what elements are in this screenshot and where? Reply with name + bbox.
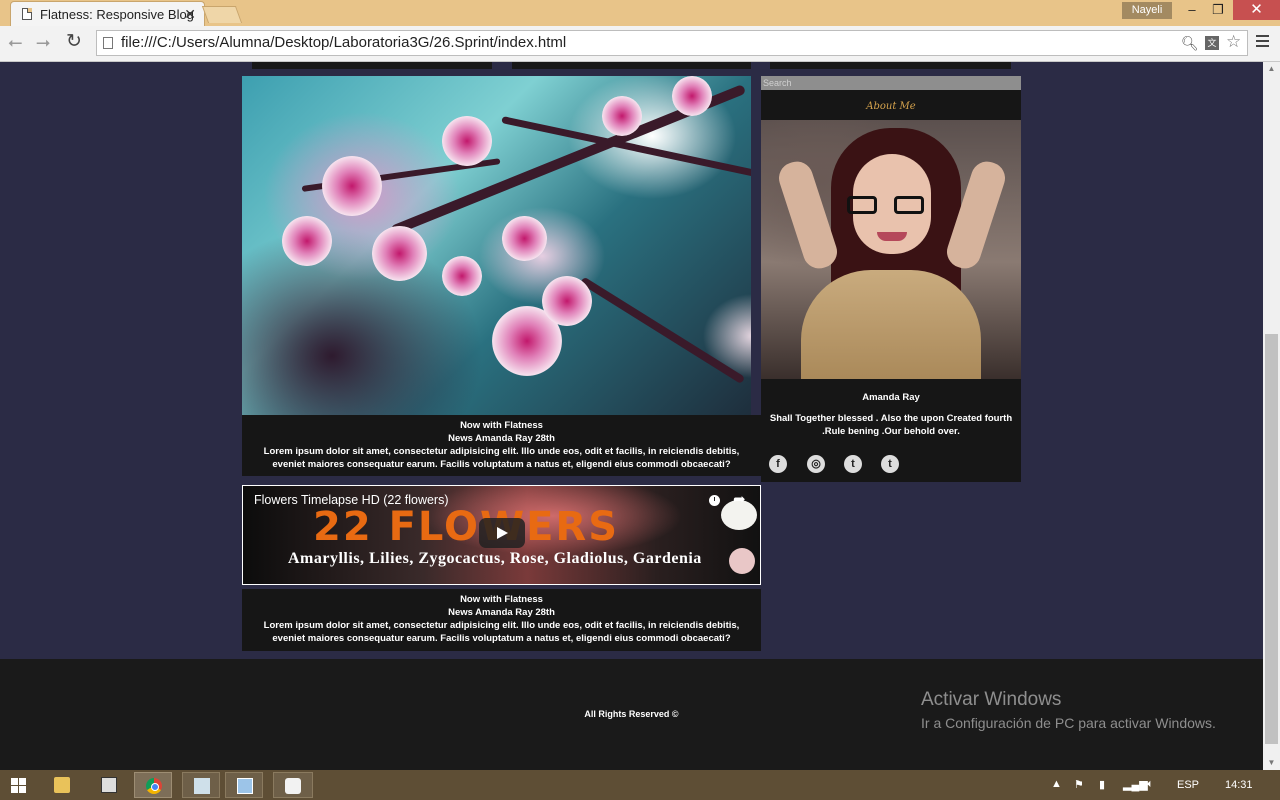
share-icon[interactable]: ➦ bbox=[733, 490, 746, 508]
paint-taskbar-icon[interactable] bbox=[273, 772, 313, 798]
profile-bio: Shall Together blessed . Also the upon C… bbox=[769, 413, 1013, 437]
search-input[interactable] bbox=[761, 76, 1021, 90]
browser-toolbar: ⭠ ⭢ ↻ file:///C:/Users/Alumna/Desktop/La… bbox=[0, 26, 1280, 62]
profile-name: Amanda Ray bbox=[862, 392, 920, 403]
scroll-down-arrow-icon[interactable]: ▼ bbox=[1263, 756, 1280, 770]
windows-start-icon[interactable] bbox=[11, 778, 26, 793]
page-viewport: Now with Flatness News Amanda Ray 28th L… bbox=[0, 62, 1263, 770]
instagram-icon[interactable]: ◎ bbox=[807, 455, 825, 473]
post-caption: Now with Flatness News Amanda Ray 28th L… bbox=[242, 589, 761, 651]
address-bar[interactable]: file:///C:/Users/Alumna/Desktop/Laborato… bbox=[96, 30, 1248, 56]
post-title[interactable]: Now with Flatness bbox=[242, 593, 761, 606]
language-indicator[interactable]: ESP bbox=[1177, 779, 1199, 791]
chrome-taskbar-icon[interactable] bbox=[134, 772, 172, 798]
forward-arrow-icon[interactable]: ⭢ bbox=[36, 32, 50, 52]
vertical-scrollbar[interactable]: ▲ ▼ bbox=[1263, 62, 1280, 770]
video-overlay-subtitle: Amaryllis, Lilies, Zygocactus, Rose, Gla… bbox=[288, 550, 702, 567]
page-icon bbox=[22, 8, 32, 20]
app-taskbar-icon[interactable] bbox=[90, 772, 128, 798]
page-icon bbox=[103, 37, 113, 49]
notepad-taskbar-icon[interactable] bbox=[182, 772, 220, 798]
activation-watermark-title: Activar Windows bbox=[921, 689, 1062, 710]
network-signal-icon[interactable]: ▂▄▆ bbox=[1123, 778, 1148, 791]
post-caption: Now with Flatness News Amanda Ray 28th L… bbox=[242, 415, 761, 476]
action-center-flag-icon[interactable]: ⚑ bbox=[1074, 778, 1084, 791]
twitter-icon[interactable]: t bbox=[844, 455, 862, 473]
browser-title-bar: Flatness: Responsive Blog ✕ Nayeli ‒ ❐ ✕ bbox=[0, 0, 1280, 26]
previous-post-strip bbox=[770, 62, 1011, 69]
file-explorer-taskbar-icon[interactable] bbox=[43, 772, 81, 798]
about-heading: About Me bbox=[866, 101, 916, 112]
back-arrow-icon[interactable]: ⭠ bbox=[8, 32, 22, 52]
play-button[interactable] bbox=[479, 518, 525, 548]
battery-icon[interactable]: ▮ bbox=[1099, 778, 1105, 791]
new-tab-button[interactable] bbox=[201, 6, 243, 23]
close-window-button[interactable]: ✕ bbox=[1233, 0, 1280, 20]
post-body: Lorem ipsum dolor sit amet, consectetur … bbox=[263, 446, 740, 470]
clock[interactable]: 14:31 bbox=[1225, 779, 1253, 791]
sidebar: About Me Amanda Ray Shall Together bless… bbox=[761, 76, 1021, 482]
profile-photo bbox=[761, 120, 1021, 379]
browser-tab[interactable]: Flatness: Responsive Blog ✕ bbox=[10, 1, 205, 26]
watch-later-icon[interactable] bbox=[709, 495, 720, 506]
scroll-up-arrow-icon[interactable]: ▲ bbox=[1263, 62, 1280, 76]
taskbar: ▲ ⚑ ▮ ▂▄▆ 🔈︎ ESP 14:31 bbox=[0, 770, 1280, 800]
facebook-icon[interactable]: f bbox=[769, 455, 787, 473]
window-taskbar-icon[interactable] bbox=[225, 772, 263, 798]
tab-title: Flatness: Responsive Blog bbox=[40, 7, 194, 22]
post-body: Lorem ipsum dolor sit amet, consectetur … bbox=[263, 620, 740, 644]
restore-button[interactable]: ❐ bbox=[1203, 0, 1233, 20]
video-title[interactable]: Flowers Timelapse HD (22 flowers) bbox=[254, 493, 449, 507]
scroll-thumb[interactable] bbox=[1265, 334, 1278, 744]
video-player[interactable]: 22 FLOWERS Amaryllis, Lilies, Zygocactus… bbox=[242, 485, 761, 585]
url-text[interactable]: file:///C:/Users/Alumna/Desktop/Laborato… bbox=[121, 34, 566, 51]
zoom-icon[interactable]: 🔍︎ bbox=[1181, 35, 1199, 52]
video-overlay-title: 22 FLOWERS bbox=[313, 504, 620, 550]
post-title[interactable]: Now with Flatness bbox=[242, 419, 761, 432]
show-hidden-icons-icon[interactable]: ▲ bbox=[1051, 778, 1062, 790]
twitter-icon[interactable]: t bbox=[881, 455, 899, 473]
translate-icon[interactable]: 文 bbox=[1205, 36, 1219, 50]
activation-watermark-subtitle: Ir a Configuración de PC para activar Wi… bbox=[921, 715, 1216, 731]
post-meta: News Amanda Ray 28th bbox=[448, 607, 555, 618]
previous-post-strip bbox=[252, 62, 492, 69]
reload-icon[interactable]: ↻ bbox=[66, 32, 82, 52]
profile-badge[interactable]: Nayeli bbox=[1122, 2, 1172, 19]
post-meta: News Amanda Ray 28th bbox=[448, 433, 555, 444]
blossom-photo bbox=[242, 76, 751, 415]
menu-icon[interactable] bbox=[1256, 35, 1269, 50]
previous-post-strip bbox=[512, 62, 751, 69]
volume-icon[interactable]: 🔈︎ bbox=[1147, 778, 1154, 791]
bookmark-star-icon[interactable]: ☆ bbox=[1226, 32, 1241, 52]
tab-close-icon[interactable]: ✕ bbox=[184, 5, 196, 23]
